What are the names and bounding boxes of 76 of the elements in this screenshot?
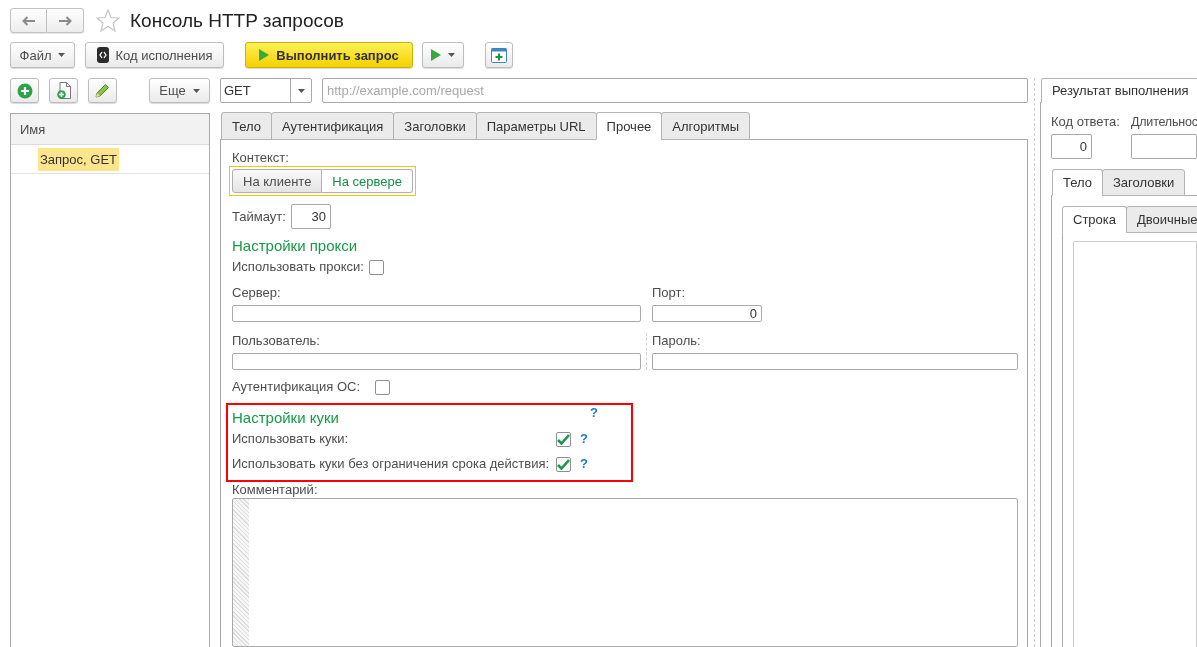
checkbox[interactable] [369, 259, 384, 275]
tab[interactable]: Заголовки [1102, 169, 1186, 196]
help-link[interactable]: ? [580, 457, 588, 471]
code-icon [96, 47, 109, 63]
checkbox[interactable] [556, 456, 571, 472]
star-icon[interactable] [96, 9, 120, 32]
back-button[interactable] [10, 8, 47, 33]
duration-field[interactable] [1131, 134, 1197, 159]
tab[interactable]: Параметры URL [475, 112, 597, 140]
field-label: Использовать куки: [232, 431, 350, 447]
copy-button[interactable] [49, 78, 78, 103]
field-label: Таймаут: [232, 208, 286, 225]
port-field[interactable]: 0 [652, 305, 762, 322]
tab[interactable]: Тело [1052, 169, 1103, 196]
caret-icon [297, 88, 305, 93]
new-window-icon [491, 47, 507, 63]
plus-circle-icon [16, 82, 33, 99]
caret-icon [192, 88, 200, 93]
list-item[interactable]: Запрос, GET [38, 147, 120, 171]
segment-button[interactable]: На сервере [322, 169, 413, 193]
help-link[interactable]: ? [590, 406, 598, 420]
field-label: Порт: [652, 285, 686, 301]
field-label: Использовать прокси: [232, 259, 364, 275]
response-body-field[interactable] [1073, 241, 1197, 647]
pencil-icon [95, 83, 110, 98]
response-code-field[interactable]: 0 [1051, 134, 1092, 159]
field-label: Код ответа: [1051, 114, 1120, 130]
method-select[interactable]: GET [220, 78, 312, 103]
url-field[interactable]: http://example.com/request [322, 78, 1028, 103]
menu-button[interactable]: Файл [10, 42, 75, 68]
tab[interactable]: Прочее [595, 112, 663, 140]
section-heading: Настройки прокси [232, 237, 358, 255]
caret-icon [58, 53, 66, 57]
new-window-button[interactable] [485, 42, 513, 68]
arrow-right-icon [58, 15, 72, 26]
caret-icon [448, 53, 455, 57]
field-label: Длительнос [1131, 114, 1197, 130]
check-icon [557, 458, 570, 470]
play-icon [259, 49, 270, 61]
tab[interactable]: Аутентификация [271, 112, 395, 140]
field-label: Пароль: [652, 333, 701, 349]
comment-field[interactable] [232, 498, 1018, 647]
run-button[interactable]: Выполнить запрос [245, 42, 413, 68]
tab[interactable]: Результат выполнения [1041, 78, 1197, 103]
field-label: Пользователь: [232, 333, 320, 349]
code-button[interactable]: Код исполнения [85, 42, 224, 68]
arrow-left-icon [21, 15, 36, 26]
edit-button[interactable] [88, 78, 117, 103]
field-label: Контекст: [232, 150, 289, 166]
more-button[interactable]: Еще [149, 78, 210, 103]
timeout-field[interactable]: 30 [290, 204, 331, 229]
field-label: Сервер: [232, 285, 281, 301]
tab[interactable]: Алгоритмы [661, 112, 751, 140]
help-link[interactable]: ? [580, 432, 588, 446]
tab[interactable]: Строка [1062, 206, 1127, 233]
server-field[interactable] [232, 305, 641, 322]
field-label: Использовать куки без ограничения срока действия: [232, 456, 548, 472]
field-label: Аутентификация ОС: [232, 379, 361, 395]
play-icon [431, 49, 441, 61]
check-icon [557, 433, 570, 445]
add-button[interactable] [10, 78, 39, 103]
checkbox[interactable] [556, 431, 571, 447]
run-menu-button[interactable] [422, 42, 464, 68]
section-heading: Настройки куки [232, 409, 339, 427]
document-plus-icon [56, 82, 71, 99]
field-label: Комментарий: [232, 483, 318, 497]
column-header: Имя [11, 114, 209, 145]
tab[interactable]: Заголовки [393, 112, 477, 140]
checkbox[interactable] [375, 379, 391, 395]
user-field[interactable] [232, 353, 641, 370]
tab[interactable]: Тело [221, 112, 272, 140]
tab[interactable]: Двоичные [1126, 206, 1197, 233]
password-field[interactable] [652, 353, 1018, 370]
window-title: Консоль HTTP запросов [130, 9, 344, 32]
forward-button[interactable] [47, 8, 84, 33]
segment-button[interactable]: На клиенте [232, 169, 323, 193]
